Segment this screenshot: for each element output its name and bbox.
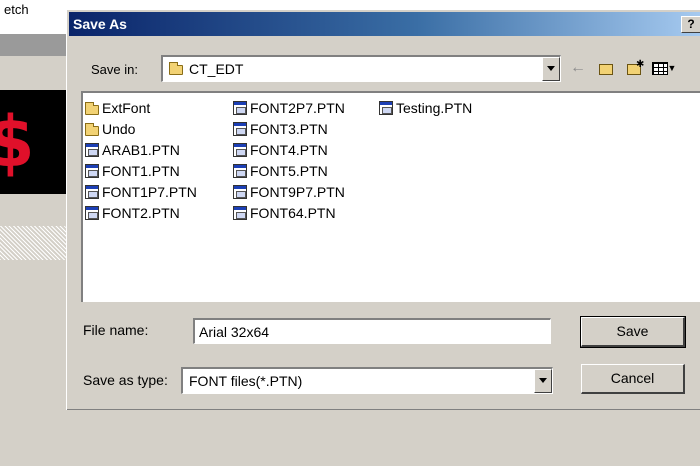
save-as-type-combo[interactable]: FONT files(*.PTN)	[181, 367, 553, 394]
ptn-file-icon	[85, 206, 99, 220]
save-as-type-value: FONT files(*.PTN)	[189, 373, 303, 389]
ptn-file-icon	[233, 164, 247, 178]
list-item-file[interactable]: FONT1P7.PTN	[85, 182, 197, 202]
folder-icon	[169, 62, 183, 75]
save-button[interactable]: Save	[580, 316, 686, 348]
list-item-label: ARAB1.PTN	[102, 142, 180, 158]
ptn-file-icon	[85, 164, 99, 178]
list-item-label: FONT2P7.PTN	[250, 100, 345, 116]
list-item-file[interactable]: Testing.PTN	[379, 98, 472, 118]
file-name-input[interactable]	[193, 318, 551, 344]
save-in-dropdown-arrow[interactable]	[542, 57, 560, 81]
file-list[interactable]: ExtFont Undo ARAB1.PTN FONT1.PTN FONT1P7…	[81, 91, 700, 302]
list-item-label: ExtFont	[102, 100, 151, 116]
help-button[interactable]: ?	[681, 16, 700, 33]
ptn-file-icon	[85, 185, 99, 199]
list-item-file[interactable]: FONT4.PTN	[233, 140, 328, 160]
list-item-label: Undo	[102, 121, 136, 137]
ptn-file-icon	[233, 143, 247, 157]
list-item-file[interactable]: FONT1.PTN	[85, 161, 180, 181]
led-preview-text: $	[0, 101, 35, 183]
view-menu-icon[interactable]: ▼	[649, 57, 679, 79]
list-item-label: FONT1.PTN	[102, 163, 180, 179]
ptn-file-icon	[233, 206, 247, 220]
file-name-label: File name:	[83, 322, 149, 338]
list-item-file[interactable]: FONT3.PTN	[233, 119, 328, 139]
list-item-label: FONT3.PTN	[250, 121, 328, 137]
back-icon[interactable]: ←	[567, 57, 589, 79]
list-item-file[interactable]: FONT2.PTN	[85, 203, 180, 223]
save-as-dialog: Save As ? ✕ Save in: CT_EDT ← ✱ ▼ ExtFon…	[66, 9, 700, 410]
list-item-label: Testing.PTN	[396, 100, 473, 116]
list-item-file[interactable]: FONT9P7.PTN	[233, 182, 345, 202]
save-in-value: CT_EDT	[189, 61, 244, 77]
led-preview: $	[0, 90, 66, 194]
background-toolbar-strip	[0, 34, 66, 56]
list-item-label: FONT1P7.PTN	[102, 184, 197, 200]
new-folder-icon[interactable]: ✱	[623, 57, 645, 79]
save-as-type-dropdown-arrow[interactable]	[534, 369, 552, 393]
ptn-file-icon	[85, 143, 99, 157]
list-item-file[interactable]: FONT5.PTN	[233, 161, 328, 181]
folder-icon	[85, 102, 99, 115]
folder-icon	[85, 123, 99, 136]
save-in-combo[interactable]: CT_EDT	[161, 55, 561, 82]
ptn-file-icon	[233, 185, 247, 199]
list-item-label: FONT64.PTN	[250, 205, 336, 221]
dialog-title: Save As	[73, 16, 127, 32]
list-item-label: FONT4.PTN	[250, 142, 328, 158]
dialog-titlebar[interactable]: Save As ? ✕	[69, 12, 700, 36]
list-item-folder[interactable]: ExtFont	[85, 98, 150, 118]
list-item-file[interactable]: FONT64.PTN	[233, 203, 336, 223]
list-item-folder[interactable]: Undo	[85, 119, 135, 139]
cancel-button[interactable]: Cancel	[581, 364, 685, 394]
list-item-label: FONT5.PTN	[250, 163, 328, 179]
ptn-file-icon	[379, 101, 393, 115]
list-item-label: FONT2.PTN	[102, 205, 180, 221]
background-menu-text: etch	[4, 2, 29, 17]
background-dither	[0, 226, 66, 260]
ptn-file-icon	[233, 122, 247, 136]
up-one-level-icon[interactable]	[595, 57, 617, 79]
save-in-label: Save in:	[91, 62, 138, 77]
save-as-type-label: Save as type:	[83, 372, 168, 388]
ptn-file-icon	[233, 101, 247, 115]
list-item-label: FONT9P7.PTN	[250, 184, 345, 200]
list-item-file[interactable]: FONT2P7.PTN	[233, 98, 345, 118]
list-item-file[interactable]: ARAB1.PTN	[85, 140, 180, 160]
